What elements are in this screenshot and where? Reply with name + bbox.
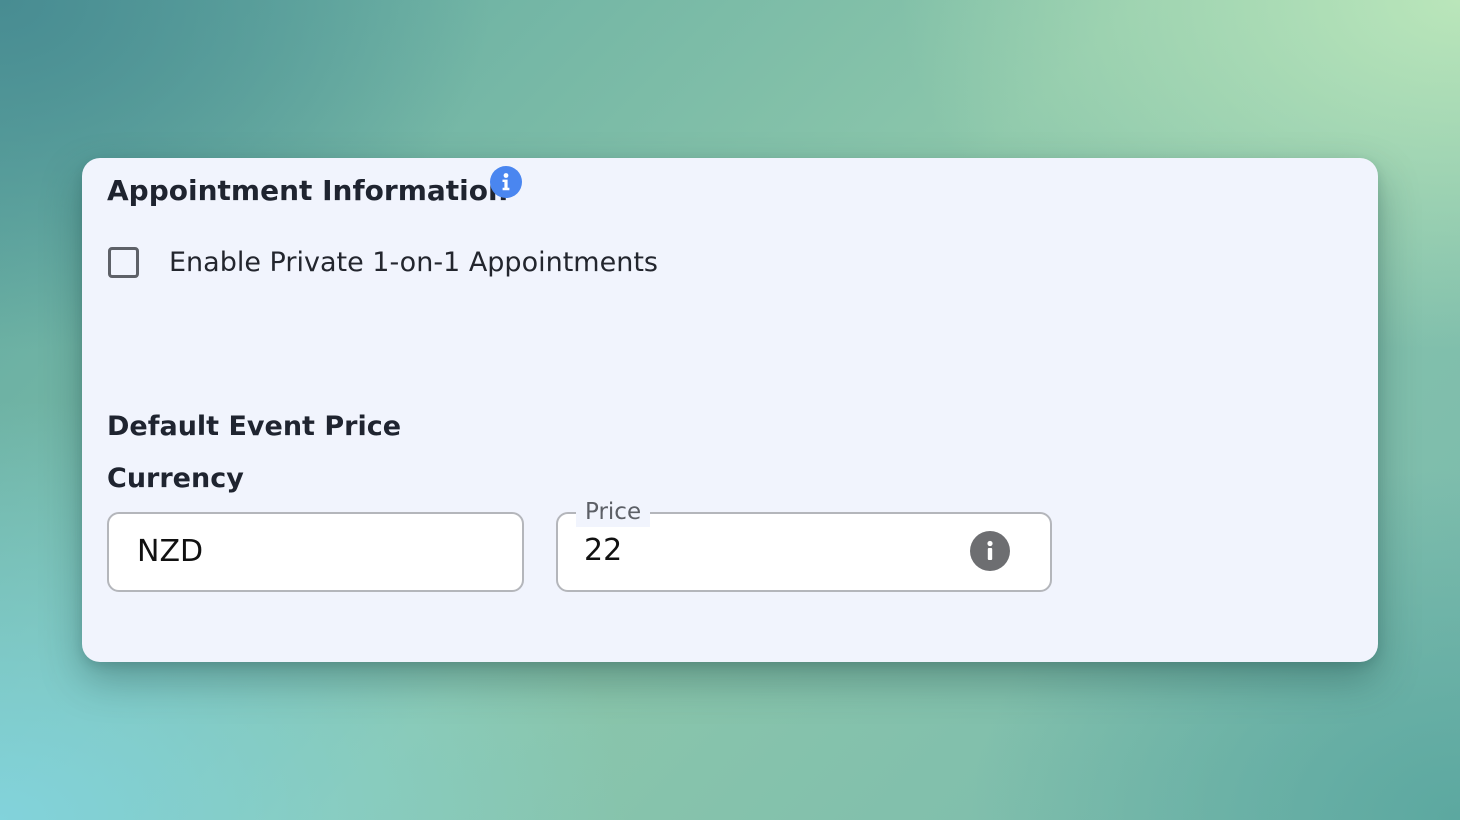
price-value: 22 [584,533,623,568]
price-field[interactable]: Price 22 [556,497,1052,592]
info-glyph-icon [502,173,510,191]
currency-label: Currency [107,463,244,494]
section-title: Appointment Information [107,174,508,207]
price-info-icon[interactable] [970,531,1010,571]
info-icon[interactable] [490,166,522,198]
private-appointments-option[interactable]: Enable Private 1-on-1 Appointments [108,247,658,278]
default-price-heading: Default Event Price [107,411,402,442]
price-label: Price [576,497,651,527]
private-appointments-checkbox[interactable] [108,247,139,278]
price-info-glyph-icon [987,540,993,560]
appointment-settings-card: Appointment Information Enable Private 1… [82,158,1378,662]
currency-field[interactable]: NZD [107,512,524,592]
currency-value: NZD [137,534,204,569]
private-appointments-label: Enable Private 1-on-1 Appointments [169,247,658,278]
